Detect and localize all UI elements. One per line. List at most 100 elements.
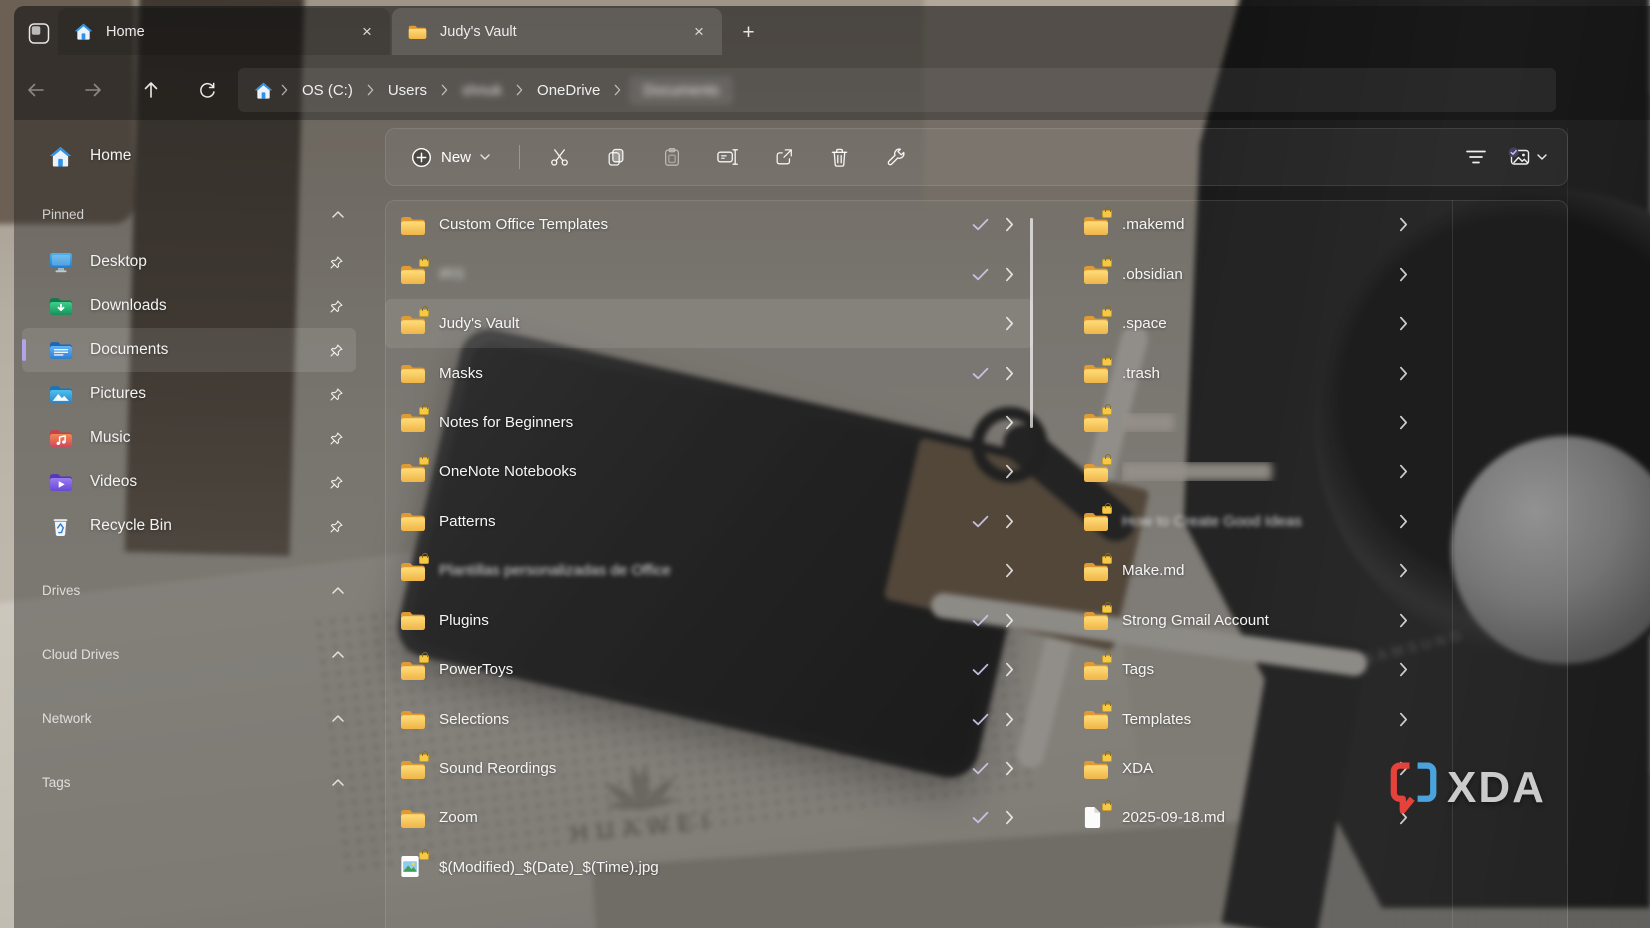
sidebar-item-downloads[interactable]: Downloads — [22, 284, 356, 328]
pin-icon[interactable] — [329, 299, 344, 314]
file-row-modified-date-time-jpg[interactable]: $(Modified)_$(Date)_$(Time).jpg — [385, 843, 1033, 892]
file-row-judy-s-vault[interactable]: Judy's Vault — [385, 298, 1033, 349]
filter-button[interactable] — [1452, 137, 1499, 177]
chevron-right-icon[interactable] — [1005, 316, 1015, 331]
sidebar-section-network[interactable]: Network — [16, 696, 362, 740]
forward-button[interactable] — [76, 73, 110, 107]
chevron-right-icon[interactable] — [1399, 613, 1409, 628]
chevron-right-icon[interactable] — [1399, 662, 1409, 677]
chevron-right-icon[interactable] — [1005, 415, 1015, 430]
breadcrumb-documents[interactable]: Documents — [629, 75, 734, 105]
home-icon[interactable] — [254, 82, 273, 99]
chevron-right-icon[interactable] — [1399, 267, 1409, 282]
file-row-powertoys[interactable]: PowerToys — [385, 645, 1033, 694]
file-row-space[interactable]: .space — [1050, 299, 1435, 348]
sidebar-item-home[interactable]: Home — [22, 134, 356, 178]
chevron-up-icon[interactable] — [332, 586, 344, 594]
file-row-masks[interactable]: Masks — [385, 348, 1033, 397]
paste-button[interactable] — [648, 137, 695, 177]
chevron-up-icon[interactable] — [332, 650, 344, 658]
chevron-right-icon[interactable] — [1399, 217, 1409, 232]
sidebar-item-videos[interactable]: Videos — [22, 460, 356, 504]
chevron-right-icon[interactable] — [1005, 563, 1015, 578]
pin-icon[interactable] — [329, 475, 344, 490]
chevron-right-icon[interactable] — [1399, 563, 1409, 578]
pin-icon[interactable] — [329, 255, 344, 270]
file-row-selections[interactable]: Selections — [385, 694, 1033, 743]
breadcrumb-shnuk[interactable]: shnuk — [456, 77, 508, 104]
sidebar-section-pinned[interactable]: Pinned — [16, 194, 362, 234]
sidebar-section-cloud-drives[interactable]: Cloud Drives — [16, 632, 362, 676]
breadcrumb-users[interactable]: Users — [382, 77, 433, 104]
breadcrumb-os-c[interactable]: OS (C:) — [296, 77, 359, 104]
new-tab-button[interactable]: + — [733, 17, 764, 48]
chevron-right-icon[interactable] — [1399, 514, 1409, 529]
file-row-xda[interactable]: XDA — [1050, 744, 1435, 793]
chevron-up-icon[interactable] — [332, 210, 344, 218]
file-row-sound-reordings[interactable]: Sound Reordings — [385, 744, 1033, 793]
file-row-patterns[interactable]: Patterns — [385, 497, 1033, 546]
chevron-right-icon[interactable] — [1005, 514, 1015, 529]
chevron-up-icon[interactable] — [332, 778, 344, 786]
file-row-obsidian[interactable]: .obsidian — [1050, 249, 1435, 298]
rename-button[interactable] — [704, 137, 751, 177]
file-row-custom-office-templates[interactable]: Custom Office Templates — [385, 200, 1033, 249]
file-row-makemd[interactable]: .makemd — [1050, 200, 1435, 249]
tab-close-button[interactable]: × — [352, 17, 382, 47]
properties-button[interactable] — [872, 137, 919, 177]
refresh-button[interactable] — [190, 73, 224, 107]
chevron-right-icon[interactable] — [1005, 217, 1015, 232]
file-row-trash[interactable]: .trash — [1050, 348, 1435, 397]
new-button[interactable]: New — [398, 137, 503, 177]
chevron-right-icon[interactable] — [1005, 662, 1015, 677]
share-button[interactable] — [760, 137, 807, 177]
sidebar-item-pictures[interactable]: Pictures — [22, 372, 356, 416]
pin-icon[interactable] — [329, 519, 344, 534]
sidebar-section-tags[interactable]: Tags — [16, 760, 362, 804]
file-row-tags[interactable]: Tags — [1050, 645, 1435, 694]
file-row-irs[interactable]: IRS — [385, 249, 1033, 298]
file-row-plantillas-personalizadas-de-office[interactable]: Plantillas personalizadas de Office — [385, 546, 1033, 595]
file-row-zoom[interactable]: Zoom — [385, 793, 1033, 842]
pin-icon[interactable] — [329, 387, 344, 402]
file-row-2025-09-18-md[interactable]: 2025-09-18.md — [1050, 793, 1435, 842]
chevron-right-icon[interactable] — [1399, 464, 1409, 479]
breadcrumb-onedrive[interactable]: OneDrive — [531, 77, 606, 104]
pin-icon[interactable] — [329, 343, 344, 358]
sidebar-section-drives[interactable]: Drives — [16, 568, 362, 612]
tab-close-button[interactable]: × — [684, 17, 714, 47]
tabs-overview-icon[interactable] — [26, 20, 52, 47]
chevron-right-icon[interactable] — [1399, 712, 1409, 727]
chevron-right-icon[interactable] — [1005, 761, 1015, 776]
scrollbar[interactable] — [1030, 218, 1033, 428]
chevron-right-icon[interactable] — [1005, 366, 1015, 381]
file-row-notes-for-beginners[interactable]: Notes for Beginners — [385, 398, 1033, 447]
sidebar-item-recycle-bin[interactable]: Recycle Bin — [22, 504, 356, 548]
breadcrumb[interactable]: OS (C:) Users shnuk OneDrive Documents — [238, 68, 1556, 112]
back-button[interactable] — [19, 73, 53, 107]
sidebar-item-documents[interactable]: Documents — [22, 328, 356, 372]
copy-button[interactable] — [592, 137, 639, 177]
chevron-right-icon[interactable] — [1399, 316, 1409, 331]
file-row-how-to-create-good-ideas[interactable]: How to Create Good Ideas — [1050, 497, 1435, 546]
chevron-right-icon[interactable] — [1399, 366, 1409, 381]
file-row-item[interactable] — [1050, 398, 1435, 447]
view-options-button[interactable] — [1499, 137, 1555, 177]
sidebar-item-desktop[interactable]: Desktop — [22, 240, 356, 284]
chevron-up-icon[interactable] — [332, 714, 344, 722]
tab-home[interactable]: Home × — [58, 8, 390, 55]
tab-judy-s-vault[interactable]: Judy's Vault × — [392, 8, 722, 55]
chevron-right-icon[interactable] — [1399, 415, 1409, 430]
up-button[interactable] — [134, 73, 168, 107]
pin-icon[interactable] — [329, 431, 344, 446]
file-row-plugins[interactable]: Plugins — [385, 596, 1033, 645]
chevron-right-icon[interactable] — [1005, 464, 1015, 479]
chevron-right-icon[interactable] — [1005, 810, 1015, 825]
file-row-strong-gmail-account[interactable]: Strong Gmail Account — [1050, 596, 1435, 645]
file-row-make-md[interactable]: Make.md — [1050, 546, 1435, 595]
file-row-onenote-notebooks[interactable]: OneNote Notebooks — [385, 447, 1033, 496]
file-row-item[interactable] — [1050, 447, 1435, 496]
file-row-templates[interactable]: Templates — [1050, 694, 1435, 743]
chevron-right-icon[interactable] — [1005, 267, 1015, 282]
chevron-right-icon[interactable] — [1005, 712, 1015, 727]
